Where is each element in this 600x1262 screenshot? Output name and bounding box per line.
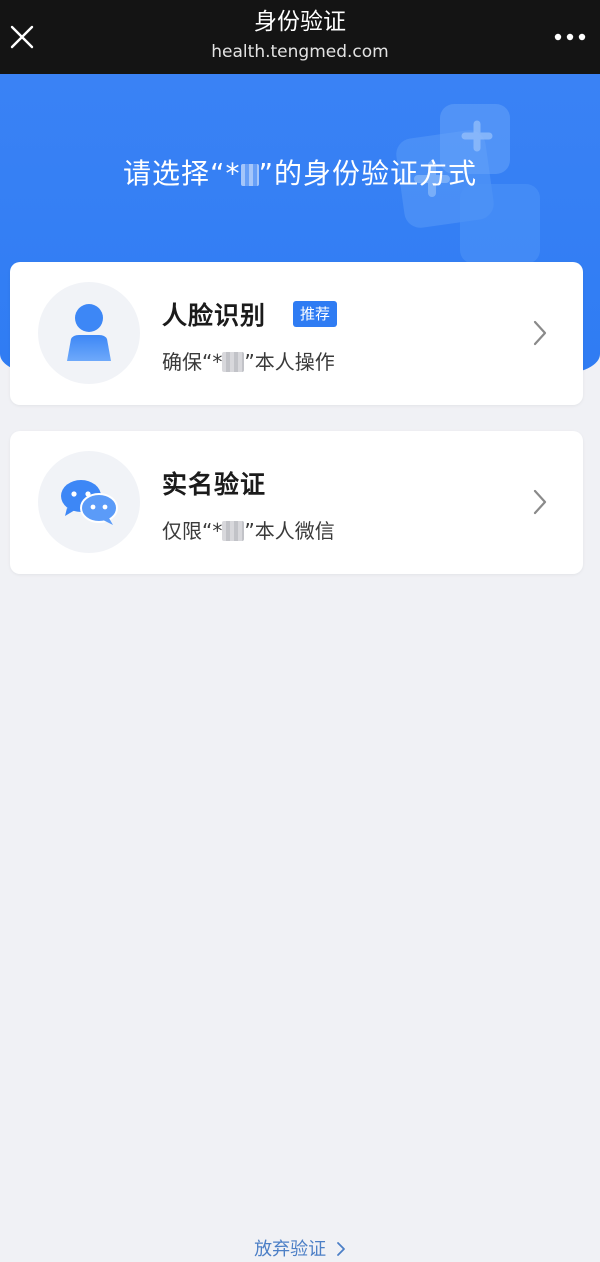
option-subtitle: 确保“* ”本人操作 <box>162 346 335 375</box>
verification-prompt: 请选择“* ”的身份验证方式 <box>0 152 600 192</box>
chevron-right-icon <box>336 1242 345 1256</box>
page-url: health.tengmed.com <box>211 42 389 62</box>
give-up-label: 放弃验证 <box>254 1239 327 1260</box>
option-title: 人脸识别 <box>162 301 267 330</box>
subtitle-prefix: 仅限“* <box>162 519 223 543</box>
wechat-icon <box>61 480 118 525</box>
more-icon <box>554 33 586 41</box>
wechat-option-icon-wrap <box>38 451 140 553</box>
recommended-badge: 推荐 <box>293 301 338 327</box>
prompt-prefix: 请选择“* <box>122 157 241 190</box>
subtitle-prefix: 确保“* <box>162 350 223 374</box>
chevron-right-icon <box>533 489 547 515</box>
face-option-icon-wrap <box>38 282 140 384</box>
option-title: 实名验证 <box>162 470 267 499</box>
masked-name <box>222 352 245 372</box>
give-up-verification-link[interactable]: 放弃验证 <box>0 1235 600 1261</box>
page-title: 身份验证 <box>254 9 346 35</box>
person-icon <box>67 304 111 361</box>
masked-name <box>240 164 259 186</box>
prompt-suffix: ”的身份验证方式 <box>258 157 478 190</box>
close-icon <box>10 25 34 49</box>
masked-name <box>222 521 245 541</box>
face-recognition-option[interactable]: 人脸识别 推荐 确保“* ”本人操作 <box>10 262 583 405</box>
close-button[interactable] <box>0 0 44 74</box>
chevron-right-icon <box>533 320 547 346</box>
title-area: 身份验证 health.tengmed.com <box>80 6 520 64</box>
subtitle-suffix: ”本人操作 <box>244 350 335 374</box>
option-subtitle: 仅限“* ”本人微信 <box>162 515 335 544</box>
real-name-verification-option[interactable]: 实名验证 仅限“* ”本人微信 <box>10 431 583 574</box>
top-bar: 身份验证 health.tengmed.com <box>0 0 600 74</box>
subtitle-suffix: ”本人微信 <box>244 519 335 543</box>
more-button[interactable] <box>540 0 600 74</box>
